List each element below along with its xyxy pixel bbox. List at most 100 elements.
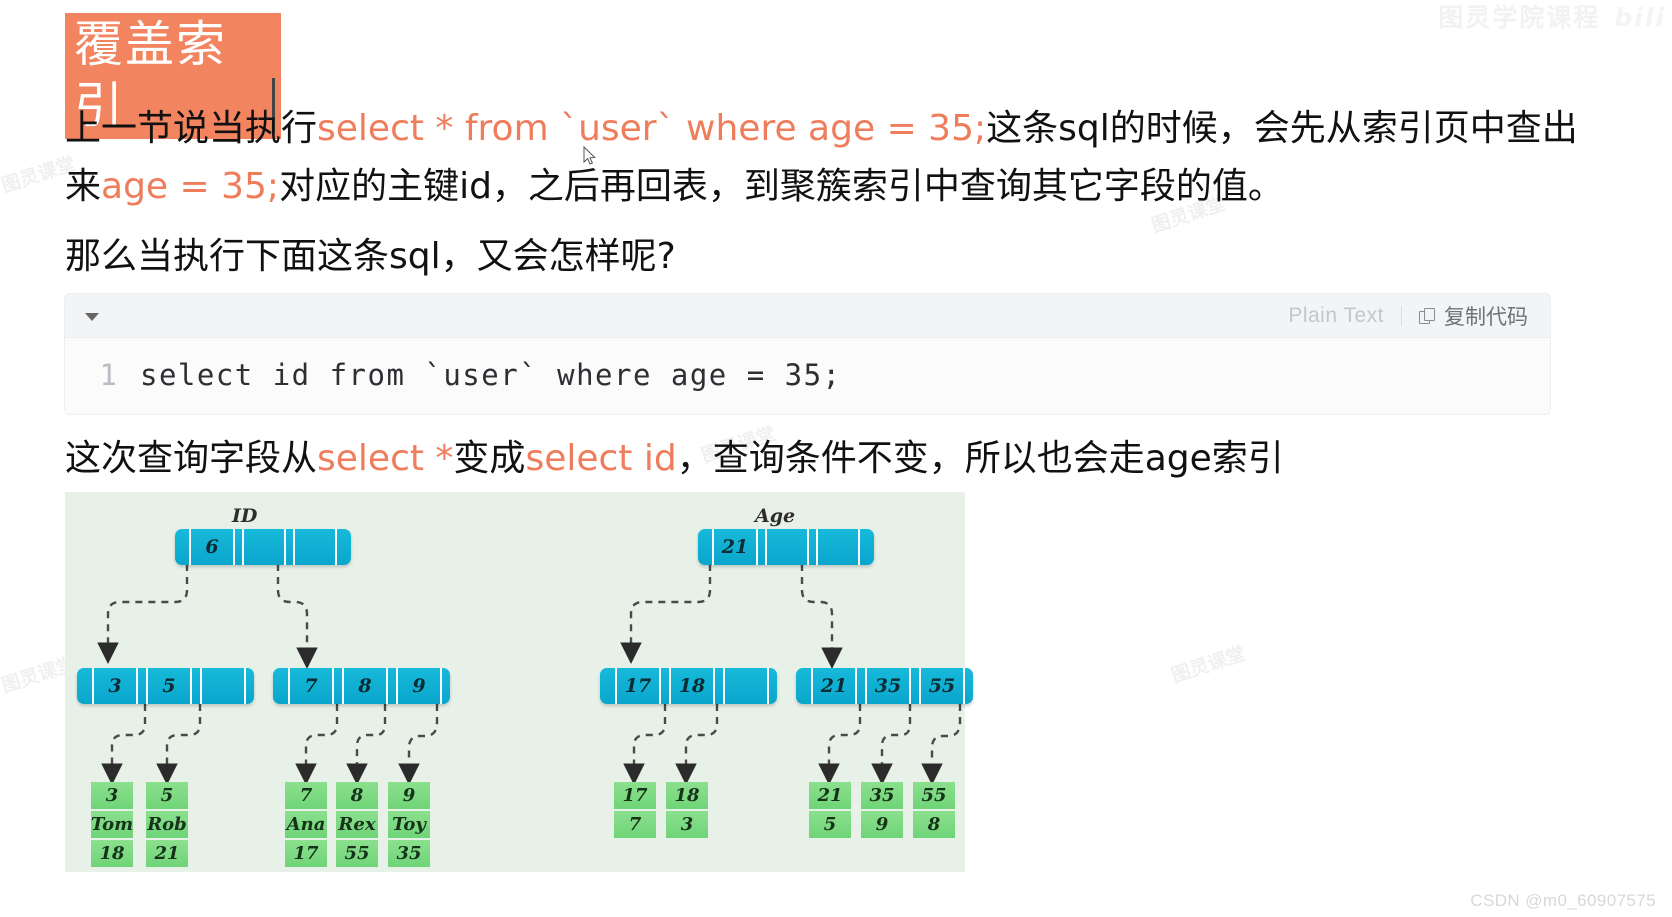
btree-internal-node-age-right: 21 35 55	[796, 668, 973, 704]
code-block-body[interactable]: 1 select id from `user` where age = 35;	[65, 338, 1550, 414]
paragraph-question: 那么当执行下面这条sql，又会怎样呢?	[65, 236, 676, 277]
btree-cell	[796, 668, 813, 704]
code-language-label: Plain Text	[1288, 303, 1384, 327]
paragraph-intro-part1: 上一节说当执行	[65, 108, 318, 149]
btree-cell	[246, 668, 254, 704]
btree-cell	[286, 529, 295, 565]
btree-cell	[337, 529, 351, 565]
inline-sql-select-star-2: select *	[317, 438, 454, 479]
btree-cell	[725, 668, 769, 704]
code-block-header: Plain Text 复制代码	[65, 294, 1550, 338]
chevron-down-icon[interactable]	[85, 312, 99, 321]
leaf-row: 8	[913, 811, 955, 838]
btree-leaf-record: 21 5	[809, 782, 851, 838]
leaf-row: 9	[861, 811, 903, 838]
btree-cell	[388, 668, 398, 704]
leaf-row: Tom	[91, 811, 133, 838]
code-block-header-actions: Plain Text 复制代码	[1288, 301, 1528, 331]
btree-cell	[818, 529, 860, 565]
leaf-row: 5	[146, 782, 188, 809]
leaf-row: 35	[388, 840, 430, 867]
leaf-row: 9	[388, 782, 430, 809]
btree-leaf-record: 9 Toy 35	[388, 782, 430, 867]
leaf-row: 5	[809, 811, 851, 838]
leaf-row: 18	[91, 840, 133, 867]
leaf-row: 3	[666, 811, 708, 838]
copy-code-button[interactable]: 复制代码	[1444, 301, 1528, 331]
leaf-row: 3	[91, 782, 133, 809]
paragraph-explanation-part2: 变成	[453, 438, 526, 479]
btree-cell	[334, 668, 344, 704]
btree-cell: 9	[398, 668, 442, 704]
btree-cell	[273, 668, 290, 704]
btree-cell	[295, 529, 337, 565]
btree-cell	[767, 529, 809, 565]
inline-sql-age-condition: age = 35;	[101, 166, 280, 207]
leaf-row: 8	[336, 782, 378, 809]
copy-icon[interactable]	[1419, 307, 1435, 324]
btree-cell	[758, 529, 767, 565]
btree-leaf-record: 7 Ana 17	[285, 782, 327, 867]
paragraph-explanation-part3: ，查询条件不变，所以也会走age索引	[676, 438, 1284, 479]
watermark-top-text: 图灵学院课程	[1438, 3, 1601, 32]
paragraph-explanation: 这次查询字段从select *变成select id，查询条件不变，所以也会走a…	[65, 430, 1585, 488]
bilibili-logo-icon: bili	[1614, 3, 1666, 32]
btree-cell	[715, 668, 725, 704]
btree-root-node-age: 21	[698, 529, 874, 565]
btree-cell: 35	[867, 668, 911, 704]
paragraph-explanation-part1: 这次查询字段从	[65, 438, 318, 479]
leaf-row: Rex	[336, 811, 378, 838]
btree-cell: 55	[921, 668, 965, 704]
btree-cell	[911, 668, 921, 704]
btree-leaf-record: 35 9	[861, 782, 903, 838]
watermark-top-right: 图灵学院课程 bili	[1438, 0, 1666, 34]
btree-cell: 7	[290, 668, 334, 704]
btree-cell: 21	[714, 529, 758, 565]
btree-leaf-record: 8 Rex 55	[336, 782, 378, 867]
paragraph-intro-part3: 对应的主键id，之后再回表，到聚簇索引中查询其它字段的值。	[279, 166, 1284, 207]
divider	[1401, 305, 1402, 326]
watermark-csdn: CSDN @m0_60907575	[1470, 891, 1656, 910]
watermark-faint: 图灵课堂	[1169, 643, 1249, 688]
leaf-row: 17	[614, 782, 656, 809]
btree-cell	[698, 529, 714, 565]
inline-sql-select-star: select * from `user` where age = 35;	[317, 108, 987, 149]
btree-cell	[235, 529, 244, 565]
leaf-row: 55	[913, 782, 955, 809]
btree-root-node-id: 6	[175, 529, 351, 565]
leaf-row: 18	[666, 782, 708, 809]
leaf-row: 7	[285, 782, 327, 809]
btree-cell: 5	[148, 668, 192, 704]
btree-cell	[192, 668, 202, 704]
btree-cell	[857, 668, 867, 704]
tree-label-age: Age	[755, 505, 796, 527]
leaf-row: 17	[285, 840, 327, 867]
btree-internal-node-age-left: 17 18	[600, 668, 777, 704]
btree-cell	[175, 529, 191, 565]
btree-leaf-record: 18 3	[666, 782, 708, 838]
btree-cell: 3	[94, 668, 138, 704]
btree-cell	[244, 529, 286, 565]
btree-cell: 17	[617, 668, 661, 704]
leaf-row: 55	[336, 840, 378, 867]
code-line-number: 1	[99, 358, 117, 392]
leaf-row: 7	[614, 811, 656, 838]
btree-leaf-record: 3 Tom 18	[91, 782, 133, 867]
btree-cell	[138, 668, 148, 704]
btree-cell: 18	[671, 668, 715, 704]
btree-cell	[860, 529, 874, 565]
btree-leaf-record: 17 7	[614, 782, 656, 838]
code-block: Plain Text 复制代码 1 select id from `user` …	[64, 293, 1551, 415]
code-line-content[interactable]: select id from `user` where age = 35;	[140, 354, 842, 396]
paragraph-intro: 上一节说当执行select * from `user` where age = …	[65, 100, 1585, 216]
btree-cell	[442, 668, 450, 704]
btree-cell	[600, 668, 617, 704]
btree-cell: 6	[191, 529, 235, 565]
btree-cell	[965, 668, 973, 704]
btree-cell	[202, 668, 246, 704]
leaf-row: Ana	[285, 811, 327, 838]
leaf-row: Toy	[388, 811, 430, 838]
btree-cell: 8	[344, 668, 388, 704]
btree-internal-node-id-right: 7 8 9	[273, 668, 450, 704]
btree-leaf-record: 55 8	[913, 782, 955, 838]
